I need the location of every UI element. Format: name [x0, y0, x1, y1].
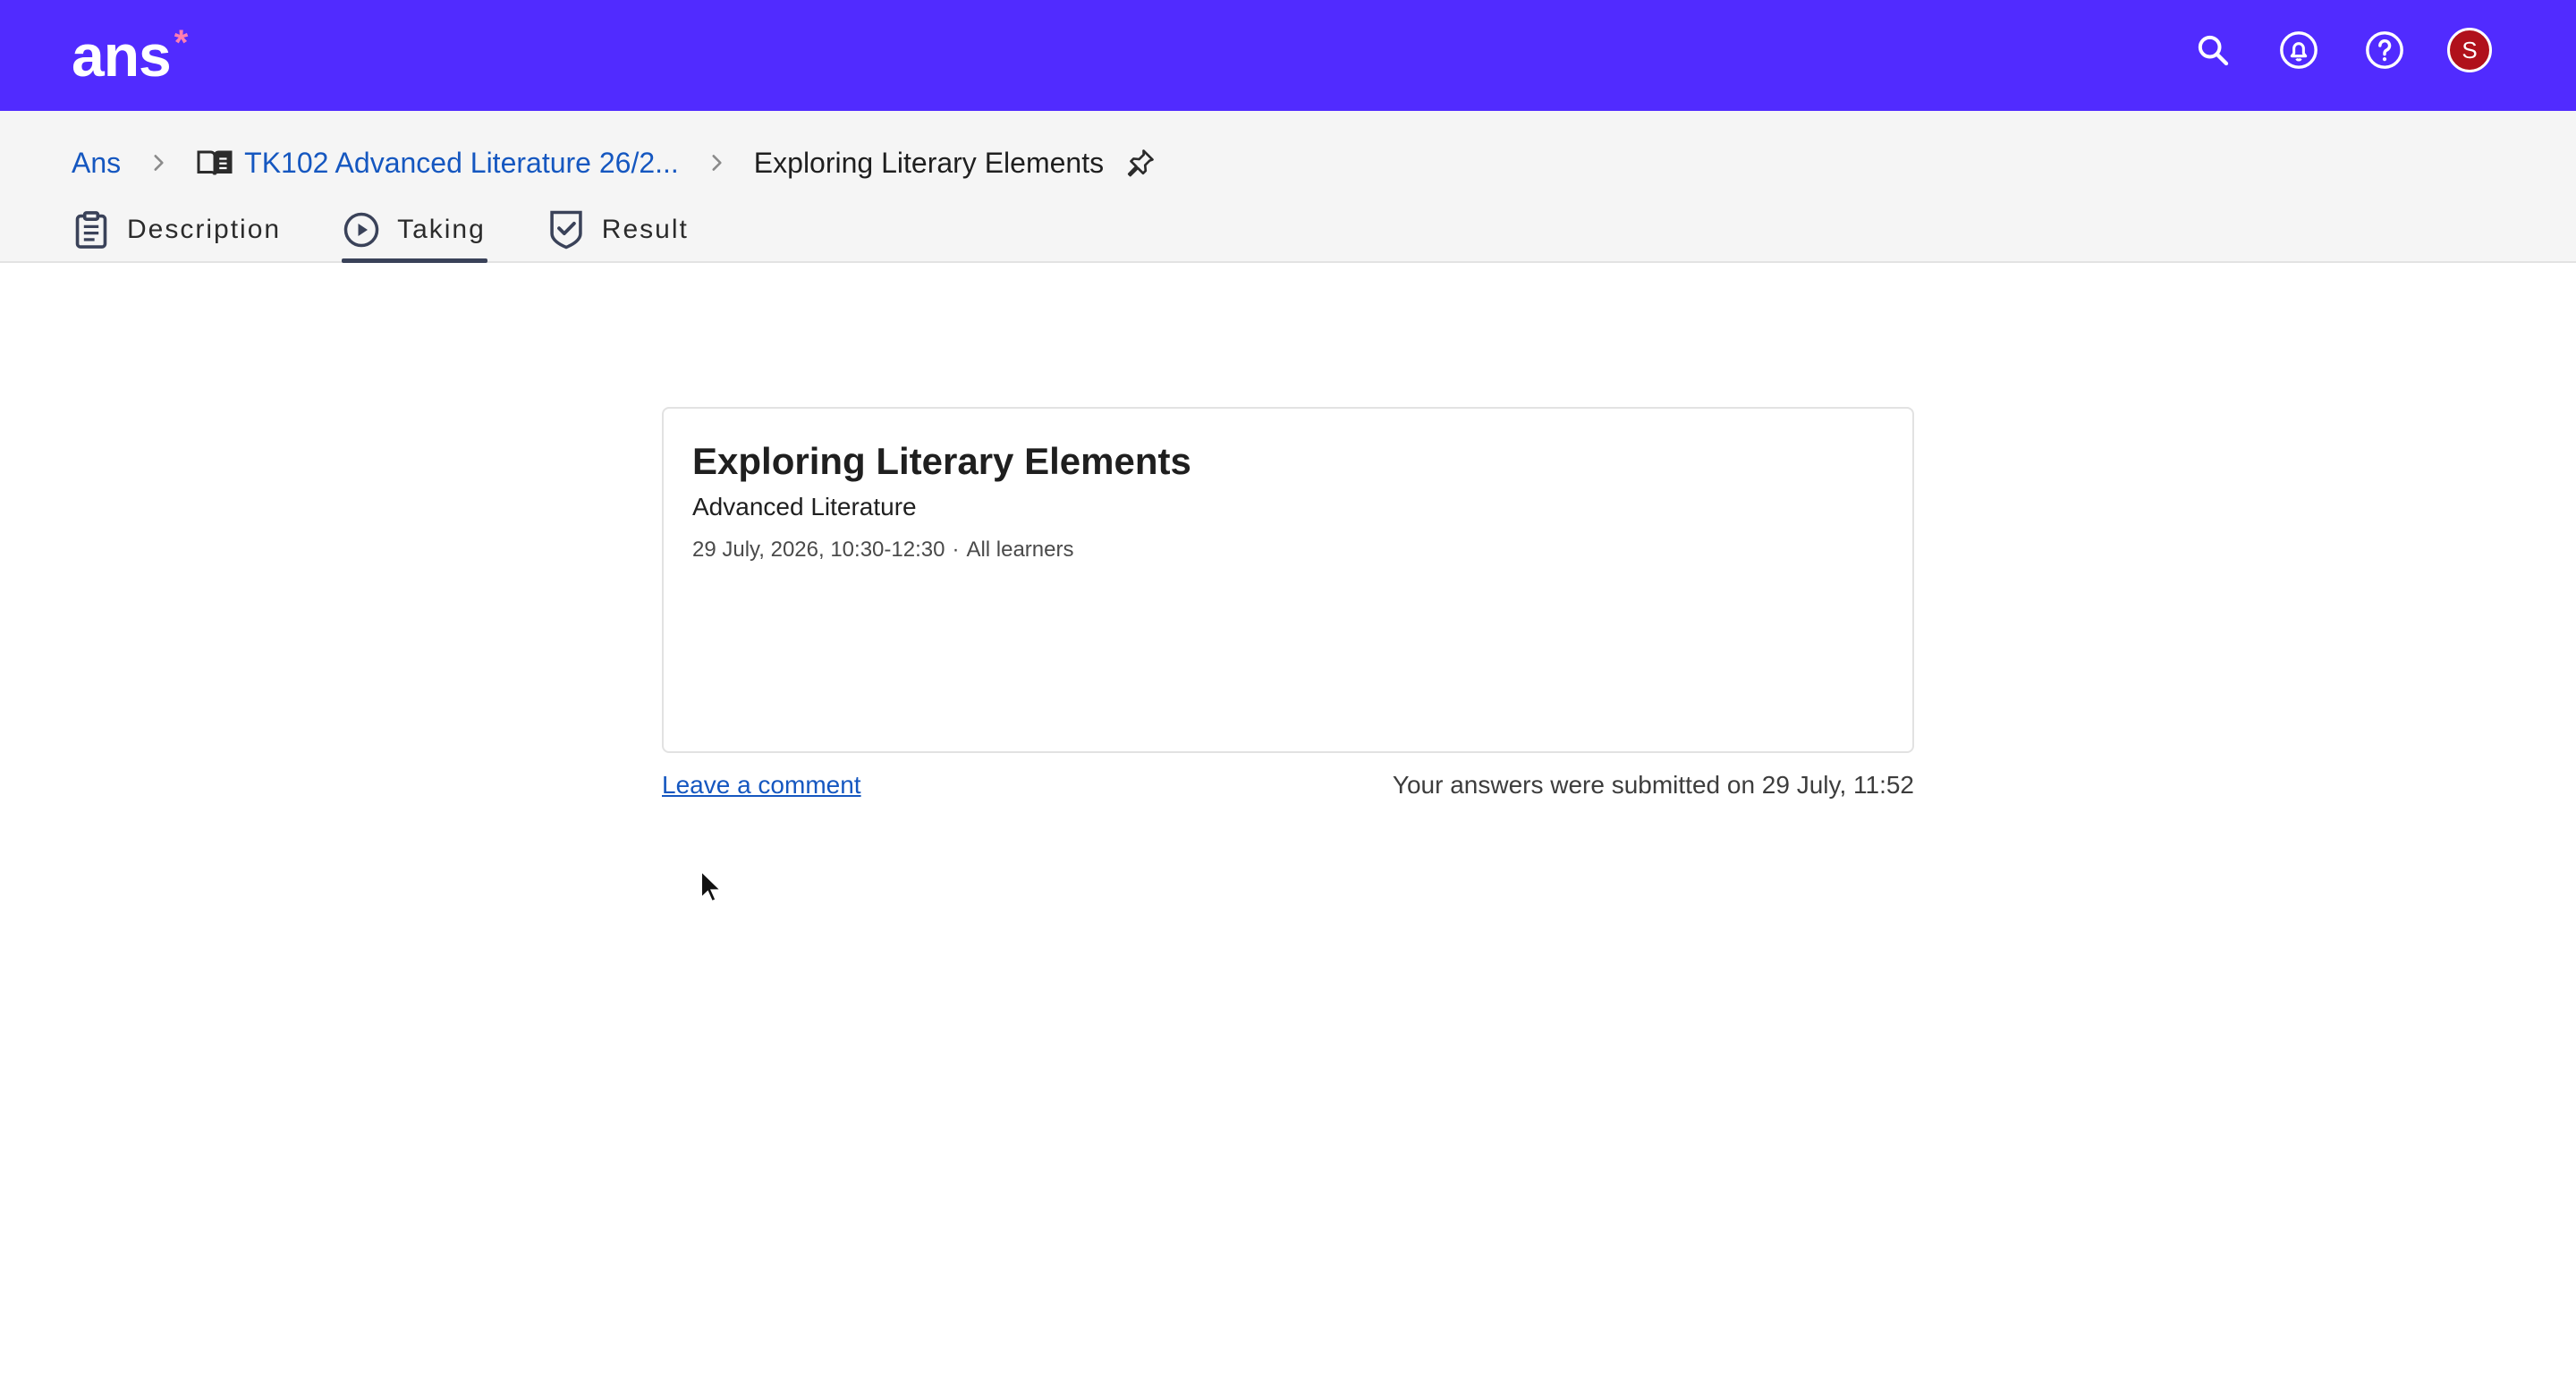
tab-taking-label: Taking — [397, 215, 486, 244]
top-navigation-bar: ans * S — [0, 0, 2576, 111]
book-icon — [196, 145, 235, 181]
exam-card: Exploring Literary Elements Advanced Lit… — [662, 407, 1914, 753]
tab-bar: Description Taking Result — [72, 197, 750, 263]
tab-taking[interactable]: Taking — [342, 197, 487, 263]
breadcrumb-current: Exploring Literary Elements — [753, 146, 1105, 179]
exam-audience: All learners — [966, 537, 1074, 562]
breadcrumb-root-link[interactable]: Ans — [72, 147, 121, 180]
search-icon[interactable] — [2190, 27, 2236, 73]
chevron-right-icon — [140, 145, 176, 181]
shield-check-icon — [547, 210, 586, 250]
breadcrumb: Ans TK102 Advanced Literature 26/2... Ex… — [72, 138, 1161, 188]
course-name: Advanced Literature — [692, 493, 917, 520]
tab-result-label: Result — [601, 215, 689, 244]
leave-comment-link[interactable]: Leave a comment — [662, 771, 861, 800]
breadcrumb-course-link[interactable]: TK102 Advanced Literature 26/2... — [244, 147, 679, 180]
tab-description-label: Description — [127, 215, 282, 244]
page-header: Ans TK102 Advanced Literature 26/2... Ex… — [0, 111, 2576, 263]
tab-description[interactable]: Description — [72, 197, 283, 263]
logo-asterisk: * — [174, 23, 189, 63]
tab-result[interactable]: Result — [547, 197, 691, 263]
notifications-icon[interactable] — [2275, 27, 2322, 73]
topbar-actions: S — [2190, 27, 2492, 73]
exam-date: 29 July, 2026, 10:30-12:30 — [692, 537, 945, 562]
mouse-cursor-icon — [699, 868, 724, 903]
ans-logo[interactable]: ans * — [72, 22, 189, 89]
pin-icon[interactable] — [1125, 145, 1161, 181]
meta-separator: · — [952, 537, 960, 562]
help-icon[interactable] — [2361, 27, 2408, 73]
play-circle-icon — [342, 210, 381, 250]
card-footer: Leave a comment Your answers were submit… — [662, 767, 1914, 803]
exam-meta: 29 July, 2026, 10:30-12:30 · All learners — [692, 536, 1884, 564]
clipboard-icon — [72, 210, 111, 250]
exam-title: Exploring Literary Elements — [692, 440, 1191, 482]
chevron-right-icon — [699, 145, 734, 181]
user-avatar[interactable]: S — [2447, 28, 2492, 72]
logo-text: ans — [72, 22, 172, 89]
submission-status: Your answers were submitted on 29 July, … — [1392, 771, 1914, 799]
